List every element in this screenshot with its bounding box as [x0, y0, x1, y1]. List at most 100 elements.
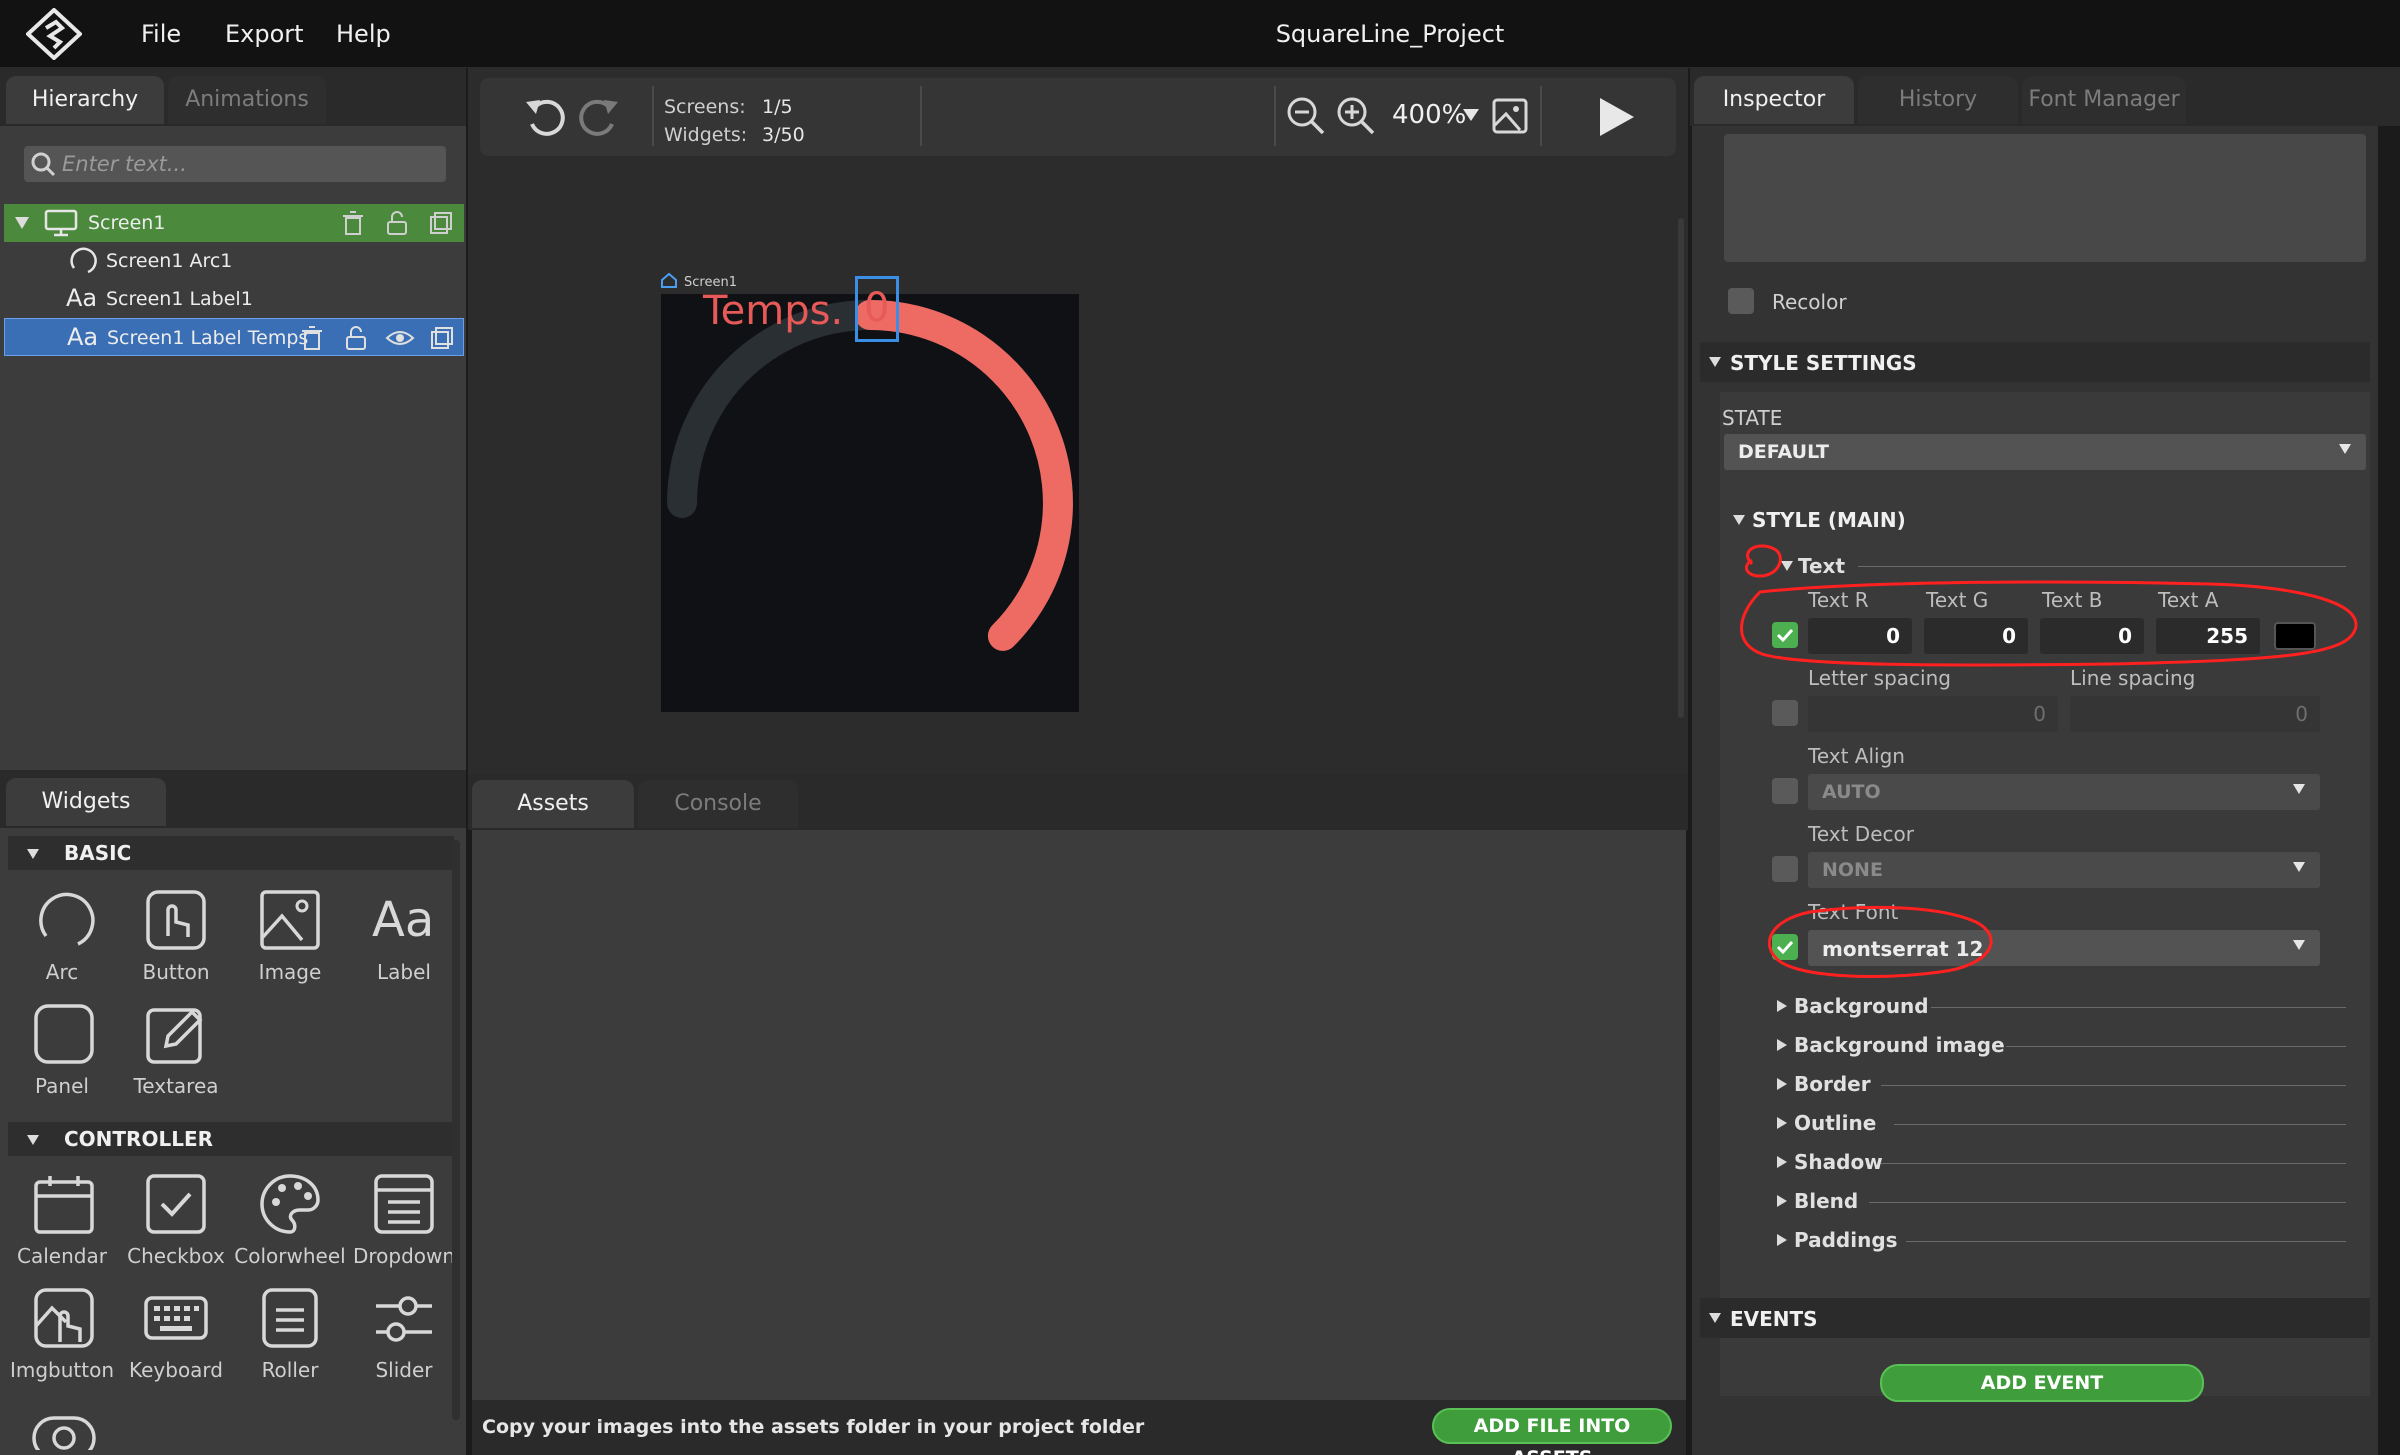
state-dropdown[interactable]: DEFAULT: [1724, 434, 2366, 470]
widget-dropdown[interactable]: Dropdown: [344, 1172, 464, 1282]
tab-history[interactable]: History: [1858, 76, 2018, 124]
tab-inspector[interactable]: Inspector: [1694, 76, 1854, 124]
dropdown-list-icon: [372, 1172, 436, 1236]
section-basic-header[interactable]: BASIC: [8, 836, 454, 870]
tab-assets[interactable]: Assets: [472, 780, 634, 828]
widget-arc[interactable]: Arc: [2, 888, 122, 998]
toolbar-divider: [1274, 86, 1276, 146]
widget-textarea[interactable]: Textarea: [116, 1002, 236, 1112]
add-event-button[interactable]: ADD EVENT: [1880, 1364, 2204, 1402]
trash-icon[interactable]: [340, 210, 366, 236]
lock-icon[interactable]: [343, 325, 369, 351]
zoom-dropdown-icon[interactable]: [1462, 108, 1480, 122]
widget-roller[interactable]: Roller: [230, 1286, 350, 1396]
section-controller-header[interactable]: CONTROLLER: [8, 1122, 454, 1156]
menu-help[interactable]: Help: [336, 20, 391, 48]
panel-icon: [32, 1002, 96, 1066]
annotation-circle-text-arrow: [1744, 544, 1782, 578]
widget-label: Slider: [375, 1358, 433, 1382]
background-image-icon[interactable]: [1492, 98, 1528, 134]
widget-colorwheel[interactable]: Colorwheel: [230, 1172, 350, 1282]
tree-item-label: Screen1 Label1: [106, 288, 253, 310]
zoom-out-icon[interactable]: [1286, 96, 1326, 136]
screen-preview[interactable]: Temps. 0: [661, 276, 1079, 712]
canvas-scrollbar[interactable]: [1678, 218, 1684, 718]
widget-slider[interactable]: Slider: [344, 1286, 464, 1396]
search-input[interactable]: Enter text...: [62, 152, 187, 176]
divider: [1906, 1241, 2346, 1242]
tab-font-manager[interactable]: Font Manager: [2022, 76, 2186, 124]
widgets-scrollbar[interactable]: [452, 840, 460, 1420]
collapsed-group-blend[interactable]: Blend: [1776, 1187, 2346, 1217]
collapsed-group-background-image[interactable]: Background image: [1776, 1031, 2346, 1061]
play-icon[interactable]: [1596, 96, 1636, 138]
undo-icon[interactable]: [524, 96, 568, 138]
screens-count: 1/5: [762, 96, 793, 118]
roller-icon: [260, 1286, 320, 1350]
label-temps-text[interactable]: Temps.: [703, 288, 843, 334]
widget-calendar[interactable]: Calendar: [2, 1172, 122, 1282]
zoom-in-icon[interactable]: [1336, 96, 1376, 136]
hierarchy-panel: Enter text... Screen1 Screen1 Arc1 Aa Sc…: [0, 126, 466, 770]
state-label: STATE: [1722, 406, 1783, 430]
tab-hierarchy[interactable]: Hierarchy: [6, 76, 164, 124]
duplicate-icon[interactable]: [429, 325, 455, 351]
divider: [1881, 1163, 2346, 1164]
zoom-level[interactable]: 400%: [1392, 100, 1466, 130]
collapse-arrow-icon: [26, 1134, 40, 1146]
selected-label-value[interactable]: 0: [855, 276, 899, 342]
tab-widgets[interactable]: Widgets: [6, 778, 166, 826]
widget-label: Colorwheel: [234, 1244, 346, 1268]
label-icon: Aa: [66, 284, 98, 312]
duplicate-icon[interactable]: [428, 210, 454, 236]
divider: [1868, 1202, 2346, 1203]
edit-pencil-icon: [144, 1002, 208, 1066]
collapsed-group-paddings[interactable]: Paddings: [1776, 1226, 2346, 1256]
collapsed-group-outline[interactable]: Outline: [1776, 1109, 2346, 1139]
collapsed-group-border[interactable]: Border: [1776, 1070, 2346, 1100]
canvas-area[interactable]: Screens: 1/5 Widgets: 3/50 400% Screen1: [468, 68, 1688, 774]
assets-footer: Copy your images into the assets folder …: [472, 1400, 1686, 1455]
divider: [1893, 1124, 2346, 1125]
widget-label: Dropdown: [352, 1244, 456, 1268]
expand-arrow-icon: [1776, 1155, 1788, 1169]
widget-checkbox[interactable]: Checkbox: [116, 1172, 236, 1282]
tab-console[interactable]: Console: [638, 780, 798, 828]
recolor-checkbox[interactable]: [1728, 288, 1754, 314]
events-header[interactable]: EVENTS: [1700, 1298, 2370, 1338]
collapse-arrow-icon: [1708, 1312, 1722, 1324]
widget-button[interactable]: Button: [116, 888, 236, 998]
lock-icon[interactable]: [384, 210, 410, 236]
hierarchy-search[interactable]: Enter text...: [24, 146, 446, 182]
events-title: EVENTS: [1730, 1307, 1818, 1331]
widget-label: Calendar: [17, 1244, 107, 1268]
tree-item-label1[interactable]: Aa Screen1 Label1: [4, 280, 464, 318]
tree-item-label: Screen1 Arc1: [106, 250, 233, 272]
arc-widget[interactable]: [661, 294, 1079, 712]
style-settings-header[interactable]: STYLE SETTINGS: [1700, 342, 2370, 382]
toolbar-divider: [1540, 86, 1542, 146]
widget-label: Roller: [261, 1358, 319, 1382]
checkbox-icon: [144, 1172, 208, 1236]
collapsed-group-shadow[interactable]: Shadow: [1776, 1148, 2346, 1178]
tree-item-label-temps[interactable]: Aa Screen1 Label Temps: [4, 318, 464, 356]
widget-image[interactable]: Image: [230, 888, 350, 998]
expand-arrow-icon: [1776, 1194, 1788, 1208]
add-file-into-assets-button[interactable]: ADD FILE INTO ASSETS: [1432, 1408, 1672, 1455]
menu-export[interactable]: Export: [225, 20, 304, 48]
expand-arrow-icon[interactable]: [14, 216, 30, 230]
redo-icon[interactable]: [576, 96, 620, 138]
tree-item-arc1[interactable]: Screen1 Arc1: [4, 242, 464, 280]
arc-icon: [66, 246, 98, 276]
tree-item-screen1[interactable]: Screen1: [4, 204, 464, 242]
tab-animations[interactable]: Animations: [168, 76, 326, 124]
widgets-label: Widgets:: [664, 124, 748, 146]
widget-keyboard[interactable]: Keyboard: [116, 1286, 236, 1396]
trash-icon[interactable]: [299, 325, 325, 351]
menu-file[interactable]: File: [141, 20, 181, 48]
toolbar-divider: [920, 86, 922, 146]
widget-label[interactable]: Aa Label: [344, 888, 464, 998]
widget-panel[interactable]: Panel: [2, 1002, 122, 1112]
widget-imgbutton[interactable]: Imgbutton: [2, 1286, 122, 1396]
eye-icon[interactable]: [385, 325, 415, 351]
